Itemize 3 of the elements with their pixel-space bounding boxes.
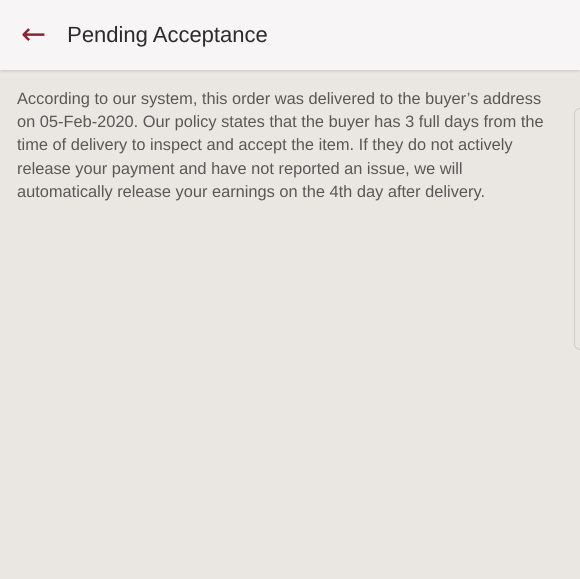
page-title: Pending Acceptance [67, 22, 268, 48]
back-button[interactable]: ← [17, 20, 50, 50]
info-paragraph: According to our system, this order was delivered to the buyer’s address on 05-Feb-2020. Our policy states that the buyer has 3 full days from the time of delivery to inspect and accept the item. If they do not actively release your payment and have not reported an issue, we will automatically release your earnings on the 4th day after delivery. [17, 89, 545, 203]
